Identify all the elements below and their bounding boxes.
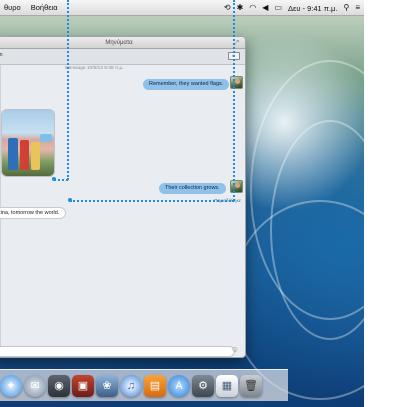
photo-flag [40,134,52,142]
messages-window: Μηνύματα ⤢ am ▸ iMessage 10/9/13 9:38 π.… [0,36,246,358]
dock: ✦ ✉ ◉ ▣ ❀ ♫ ▤ A ⚙ ▦ 🗑 [0,369,288,401]
message-bubble-sent: Their collection grows. [159,183,226,194]
menu-bar-clock[interactable]: Δευ - 9:41 π.μ. [288,4,337,13]
message-bubble-received: ntina, tomorrow the world. [0,207,67,219]
app-store-icon[interactable]: A [168,374,190,397]
message-timestamp: iMessage 10/9/13 9:38 π.μ. [65,66,124,71]
volume-icon[interactable]: ◀ [262,0,268,16]
safari-icon[interactable]: ✦ [0,374,22,397]
sidebar-partial-label: am [0,52,3,58]
preview-icon[interactable]: ⚙ [192,374,214,397]
trash-icon[interactable]: 🗑 [240,374,262,397]
bluetooth-icon[interactable]: ✱ [237,0,244,16]
mail-icon[interactable]: ✉ [24,374,46,397]
window-title: Μηνύματα [105,40,133,46]
itunes-icon[interactable]: ♫ [120,374,142,397]
message-bubble-sent: Remember, they wanted flags. [143,79,230,90]
iphoto-icon[interactable]: ❀ [96,374,118,397]
annotation-dot [68,198,72,202]
facetime-icon[interactable]: ◉ [48,374,70,397]
message-input[interactable] [0,346,235,357]
annotation-dot [52,177,56,181]
wifi-icon[interactable]: ◠ [249,0,256,16]
menu-bar-status: ⟲ ✱ ◠ ◀ ▭ Δευ - 9:41 π.μ. ⚲ ≡ [224,0,360,16]
menu-item-partial[interactable]: θυρο [4,3,21,12]
window-title-bar[interactable]: Μηνύματα ⤢ [0,37,245,49]
avatar [230,180,243,193]
annotation-line [70,200,234,202]
menu-bar: θυρο Βοήθεια ⟲ ✱ ◠ ◀ ▭ Δευ - 9:41 π.μ. ⚲… [0,0,364,16]
photo-person [31,142,40,170]
annotation-line [233,0,235,201]
photo-person [20,140,29,170]
photo-booth-icon[interactable]: ▣ [72,374,94,397]
annotation-line [67,0,69,180]
list-icon[interactable]: ≡ [355,0,360,16]
time-machine-icon[interactable]: ⟲ [224,0,231,16]
search-icon[interactable]: ⚲ [343,0,349,16]
photo-attachment[interactable] [1,109,55,177]
documents-icon[interactable]: ▦ [216,374,238,397]
ibooks-icon[interactable]: ▤ [144,374,166,397]
emoji-icon[interactable]: ☺ [231,345,239,354]
avatar [230,76,243,89]
photo-person [8,138,18,170]
display-icon[interactable]: ▭ [274,0,282,16]
window-toolbar: am ▸ [0,49,245,65]
annotation-line [54,179,68,181]
menu-item-help[interactable]: Βοήθεια [31,3,58,12]
